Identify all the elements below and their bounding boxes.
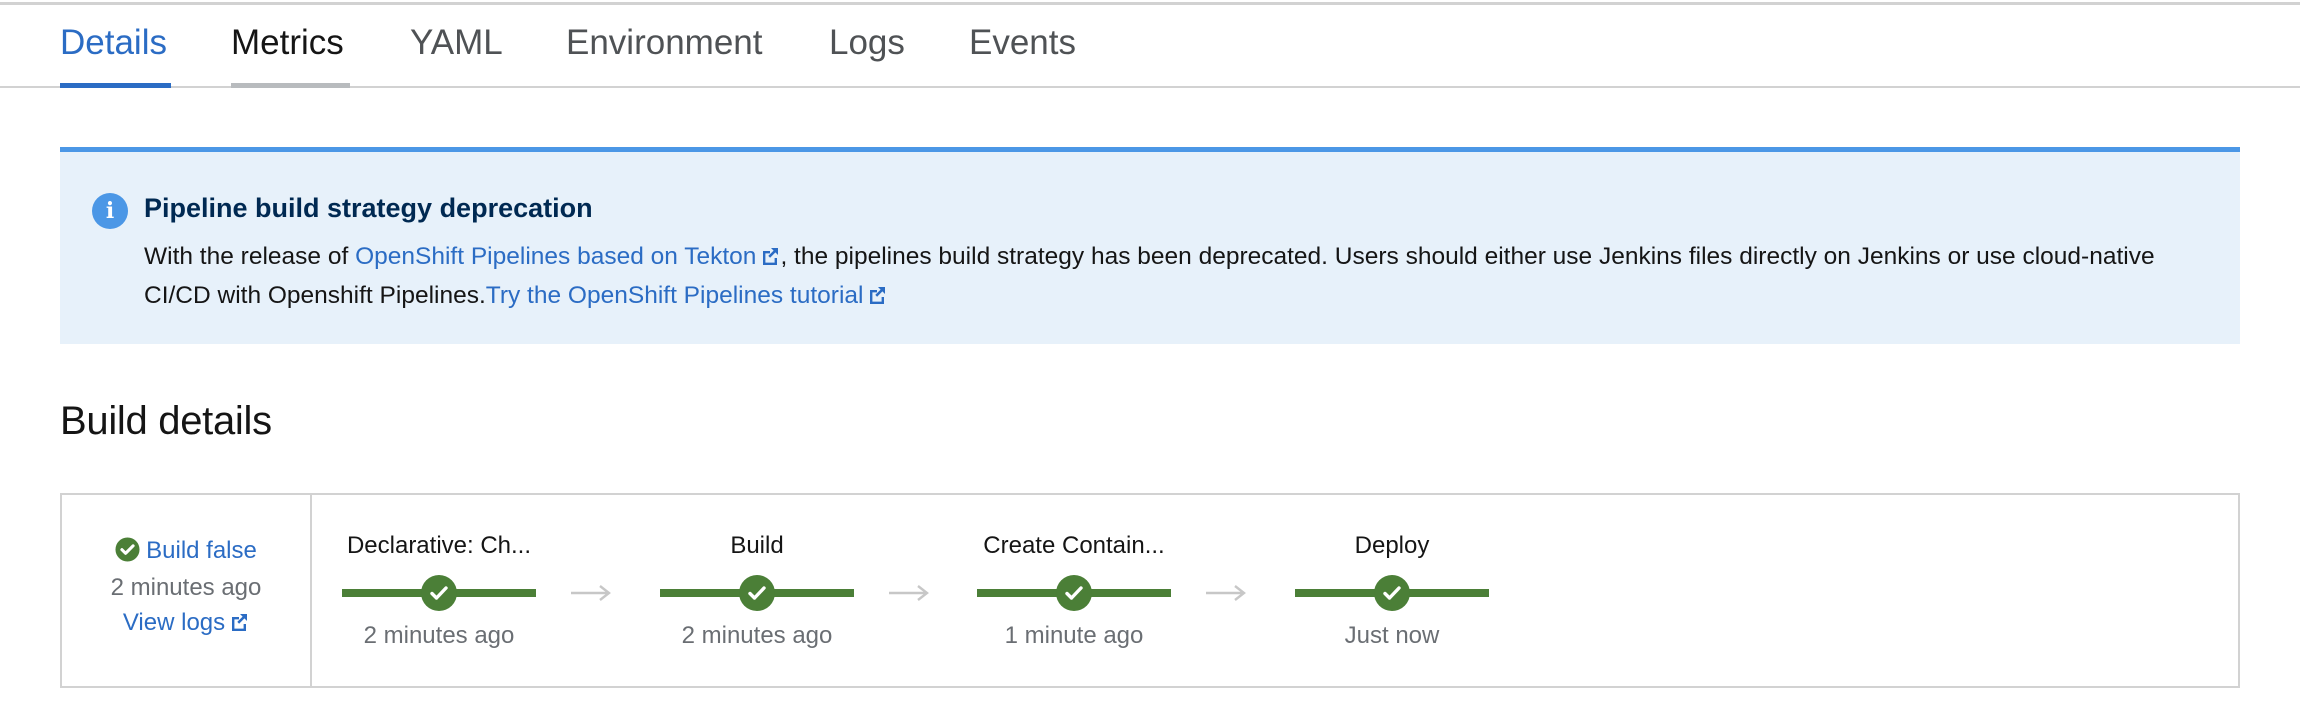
build-link[interactable]: Build false [146, 537, 257, 564]
pipeline-build-card: Build false 2 minutes ago View logs Decl… [60, 493, 2240, 688]
tab-label: Metrics [231, 23, 344, 62]
external-link-icon [232, 614, 248, 631]
view-logs-container: View logs [62, 605, 310, 641]
link-text: OpenShift Pipelines based on Tekton [355, 243, 757, 270]
external-link-icon [870, 287, 886, 304]
stage-time: Just now [1344, 622, 1440, 649]
alert-title: Pipeline build strategy deprecation [144, 193, 593, 223]
success-check-icon [421, 575, 457, 611]
tab-label: Environment [566, 23, 763, 62]
link-text: Try the OpenShift Pipelines tutorial [485, 282, 864, 309]
alert-text-prefix: With the release of [144, 243, 356, 270]
alert-body: With the release of OpenShift Pipelines … [144, 237, 2204, 315]
tab-yaml[interactable]: YAML [410, 18, 506, 88]
stage-time: 2 minutes ago [681, 622, 833, 649]
tab-events[interactable]: Events [969, 18, 1079, 88]
tab-environment[interactable]: Environment [566, 18, 770, 88]
pipeline-stage[interactable]: Deploy Just now [1295, 495, 1489, 686]
build-timestamp: 2 minutes ago [110, 574, 262, 601]
pipelines-tutorial-link[interactable]: Try the OpenShift Pipelines tutorial [486, 282, 888, 309]
tekton-pipelines-link[interactable]: OpenShift Pipelines based on Tekton [355, 243, 780, 270]
tab-label: Logs [829, 23, 905, 62]
pipeline-stage[interactable]: Declarative: Ch... 2 minutes ago [342, 495, 536, 686]
arrow-right-icon [889, 585, 929, 601]
deprecation-alert: i Pipeline build strategy deprecation Wi… [60, 147, 2240, 344]
info-circle-icon: i [92, 193, 128, 229]
stage-name: Deploy [1354, 532, 1430, 559]
stage-name: Create Contain... [983, 532, 1165, 559]
tab-metrics[interactable]: Metrics [231, 18, 350, 88]
tab-label: Events [969, 23, 1076, 62]
link-text: View logs [122, 609, 226, 636]
tab-logs[interactable]: Logs [829, 18, 909, 88]
pipeline-stage[interactable]: Create Contain... 1 minute ago [977, 495, 1171, 686]
tab-bar: Details Metrics YAML Environment Logs Ev… [0, 0, 2300, 88]
pipeline-stage[interactable]: Build 2 minutes ago [660, 495, 854, 686]
tab-details[interactable]: Details [60, 18, 171, 88]
stage-time: 2 minutes ago [363, 622, 515, 649]
stage-name: Build [730, 532, 784, 559]
tab-label: Details [60, 23, 167, 62]
success-check-icon [739, 575, 775, 611]
success-check-icon [1056, 575, 1092, 611]
success-check-icon [115, 537, 140, 562]
hover-tab-indicator [231, 83, 350, 88]
success-check-icon [1374, 575, 1410, 611]
view-logs-link[interactable]: View logs [123, 609, 249, 636]
tab-label: YAML [410, 23, 503, 62]
build-summary: Build false 2 minutes ago View logs [62, 495, 312, 686]
stage-time: 1 minute ago [1004, 622, 1144, 649]
active-tab-indicator [60, 83, 171, 88]
build-status: Build false [62, 533, 310, 569]
arrow-right-icon [1206, 585, 1246, 601]
stage-name: Declarative: Ch... [346, 532, 532, 559]
section-title: Build details [60, 399, 272, 443]
external-link-icon [763, 248, 779, 265]
arrow-right-icon [571, 585, 611, 601]
